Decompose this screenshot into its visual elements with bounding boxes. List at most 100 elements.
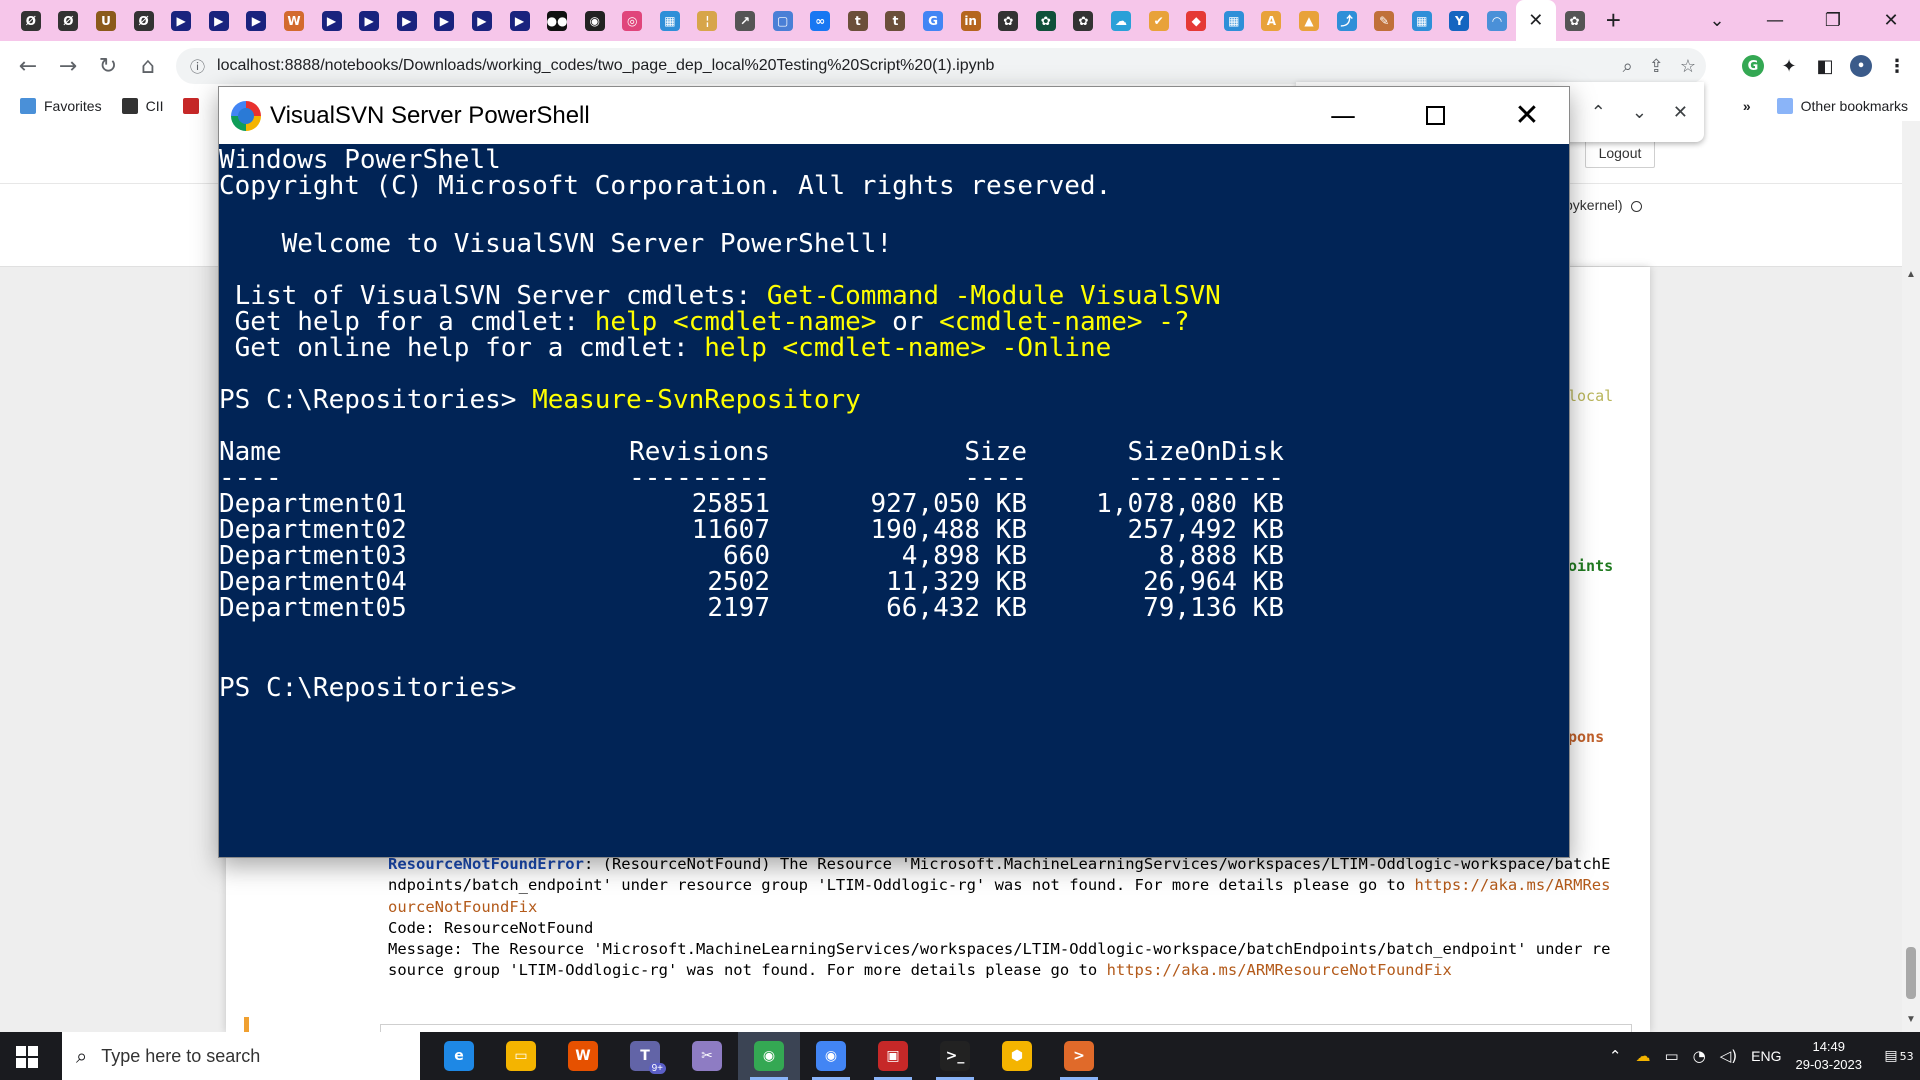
browser-tab[interactable]: A <box>1253 0 1291 41</box>
home-button[interactable]: ⌂ <box>128 54 168 79</box>
powershell-titlebar[interactable]: VisualSVN Server PowerShell — ✕ <box>219 87 1569 144</box>
browser-tab[interactable]: ✿ <box>1065 0 1103 41</box>
bookmark-star-icon[interactable]: ☆ <box>1680 56 1696 77</box>
restore-button[interactable]: ❐ <box>1804 10 1862 31</box>
error-help-link-2[interactable]: https://aka.ms/ARMResourceNotFoundFix <box>1107 961 1452 979</box>
battery-icon[interactable]: ▭ <box>1664 1047 1678 1065</box>
share-icon[interactable]: ⇪ <box>1649 56 1664 77</box>
side-panel-icon[interactable]: ◧ <box>1814 55 1836 77</box>
bookmark-item[interactable]: CII <box>121 98 163 114</box>
extensions-puzzle-icon[interactable]: ✦ <box>1778 55 1800 77</box>
ps-minimize-button[interactable]: — <box>1297 87 1389 144</box>
browser-tab[interactable]: ▶ <box>200 0 238 41</box>
lens-icon[interactable]: ⌕ <box>1623 56 1633 77</box>
bookmarks-overflow-icon[interactable]: » <box>1743 98 1751 114</box>
taskbar-clock[interactable]: 14:49 29-03-2023 <box>1796 1038 1863 1074</box>
forward-button[interactable]: → <box>48 54 88 79</box>
browser-tab[interactable]: Ø <box>12 0 50 41</box>
browser-tab[interactable]: ⤴ <box>1328 0 1366 41</box>
bookmark-item[interactable] <box>183 98 207 114</box>
next-cell[interactable] <box>380 1024 1632 1032</box>
tab-search-icon[interactable]: ⌄ <box>1688 10 1746 31</box>
browser-tab[interactable]: ▶ <box>426 0 464 41</box>
taskbar-wps-button[interactable]: W <box>552 1032 614 1080</box>
browser-tab[interactable]: Ø <box>125 0 163 41</box>
language-indicator[interactable]: ENG <box>1751 1048 1781 1064</box>
browser-tab[interactable]: ✿ <box>989 0 1027 41</box>
browser-tab[interactable]: ▶ <box>350 0 388 41</box>
taskbar-chrome-profile-button[interactable]: ◉ <box>800 1032 862 1080</box>
minimize-button[interactable]: — <box>1746 10 1804 31</box>
taskbar-terminal-button[interactable]: >_ <box>924 1032 986 1080</box>
browser-tab[interactable]: ▶ <box>313 0 351 41</box>
taskbar-box-button[interactable]: ⬢ <box>986 1032 1048 1080</box>
ps-maximize-button[interactable] <box>1389 87 1481 144</box>
site-info-icon[interactable]: ⓘ <box>190 56 205 77</box>
taskbar-search-box[interactable]: ⌕ Type here to search <box>62 1032 420 1080</box>
browser-tab[interactable]: ✔ <box>1140 0 1178 41</box>
page-scrollbar[interactable]: ▲ ▼ <box>1902 121 1920 1032</box>
start-button[interactable] <box>16 1046 38 1068</box>
browser-tab[interactable]: ▦ <box>1215 0 1253 41</box>
scroll-up-icon[interactable]: ▲ <box>1906 269 1916 280</box>
powershell-console[interactable]: Windows PowerShell Copyright (C) Microso… <box>219 144 1569 857</box>
tray-overflow-icon[interactable]: ⌃ <box>1609 1047 1622 1065</box>
browser-tab[interactable]: ∞ <box>801 0 839 41</box>
other-bookmarks[interactable]: » Other bookmarks <box>1743 91 1908 121</box>
browser-tab[interactable]: ▲ <box>1290 0 1328 41</box>
url-text[interactable]: localhost:8888/notebooks/Downloads/worki… <box>217 57 994 75</box>
taskbar-powershell-button[interactable]: > <box>1048 1032 1110 1080</box>
network-icon[interactable]: ◔ <box>1693 1047 1706 1065</box>
browser-tab[interactable]: Y <box>1441 0 1479 41</box>
taskbar-svn-button[interactable]: ▣ <box>862 1032 924 1080</box>
back-button[interactable]: ← <box>8 54 48 79</box>
browser-tab[interactable]: ✿ <box>1027 0 1065 41</box>
browser-tab[interactable]: ☁ <box>1102 0 1140 41</box>
profile-avatar[interactable]: • <box>1850 55 1872 77</box>
browser-tab[interactable]: ▶ <box>463 0 501 41</box>
ps-close-button[interactable]: ✕ <box>1481 87 1573 144</box>
bookmark-item[interactable]: Favorites <box>20 98 102 114</box>
menu-kebab-icon[interactable]: ⋮ <box>1886 55 1908 77</box>
browser-tab[interactable]: U <box>87 0 125 41</box>
new-tab-button[interactable]: + <box>1593 0 1633 41</box>
scrollbar-thumb[interactable] <box>1906 947 1916 999</box>
browser-tab[interactable]: t <box>839 0 877 41</box>
browser-tab[interactable]: ✎ <box>1365 0 1403 41</box>
taskbar-chrome-button[interactable]: ◉ <box>738 1032 800 1080</box>
taskbar-teams-button[interactable]: T 9+ <box>614 1032 676 1080</box>
browser-tab[interactable]: ↗ <box>726 0 764 41</box>
browser-tab[interactable]: in <box>952 0 990 41</box>
browser-tab[interactable]: ¦ <box>689 0 727 41</box>
browser-tab[interactable]: ✿ <box>1556 0 1594 41</box>
scroll-down-icon[interactable]: ▼ <box>1906 1014 1916 1025</box>
taskbar-edge-button[interactable]: e <box>428 1032 490 1080</box>
browser-tab[interactable]: ▶ <box>388 0 426 41</box>
find-close-icon[interactable]: ✕ <box>1673 102 1688 123</box>
onedrive-icon[interactable]: ☁ <box>1635 1047 1650 1065</box>
logout-button[interactable]: Logout <box>1585 138 1655 168</box>
browser-tab[interactable]: ▦ <box>1403 0 1441 41</box>
browser-tab[interactable]: ▶ <box>501 0 539 41</box>
reload-button[interactable]: ↻ <box>88 54 128 79</box>
find-next-icon[interactable]: ⌄ <box>1632 102 1647 123</box>
browser-tab[interactable]: ▶ <box>238 0 276 41</box>
close-window-button[interactable]: ✕ <box>1862 10 1920 31</box>
browser-tab[interactable]: ◉ <box>576 0 614 41</box>
volume-icon[interactable]: ◁) <box>1720 1047 1737 1065</box>
browser-tab[interactable]: ◆ <box>1177 0 1215 41</box>
address-bar[interactable]: ⓘ localhost:8888/notebooks/Downloads/wor… <box>176 48 1706 84</box>
notification-center-button[interactable]: ▤ 53 <box>1878 1032 1920 1080</box>
browser-tab[interactable]: ▦ <box>651 0 689 41</box>
browser-tab[interactable]: ◠ <box>1478 0 1516 41</box>
close-tab-icon[interactable]: ✕ <box>1528 10 1543 31</box>
grammarly-extension-icon[interactable]: G <box>1742 55 1764 77</box>
find-previous-icon[interactable]: ⌃ <box>1591 102 1606 123</box>
browser-tab[interactable]: t <box>877 0 915 41</box>
browser-tab[interactable]: ●● <box>538 0 576 41</box>
browser-tab[interactable]: G <box>914 0 952 41</box>
browser-tab[interactable]: W <box>275 0 313 41</box>
browser-tab[interactable]: ◎ <box>614 0 652 41</box>
browser-tab[interactable]: ▶ <box>162 0 200 41</box>
taskbar-snipping-button[interactable]: ✂ <box>676 1032 738 1080</box>
